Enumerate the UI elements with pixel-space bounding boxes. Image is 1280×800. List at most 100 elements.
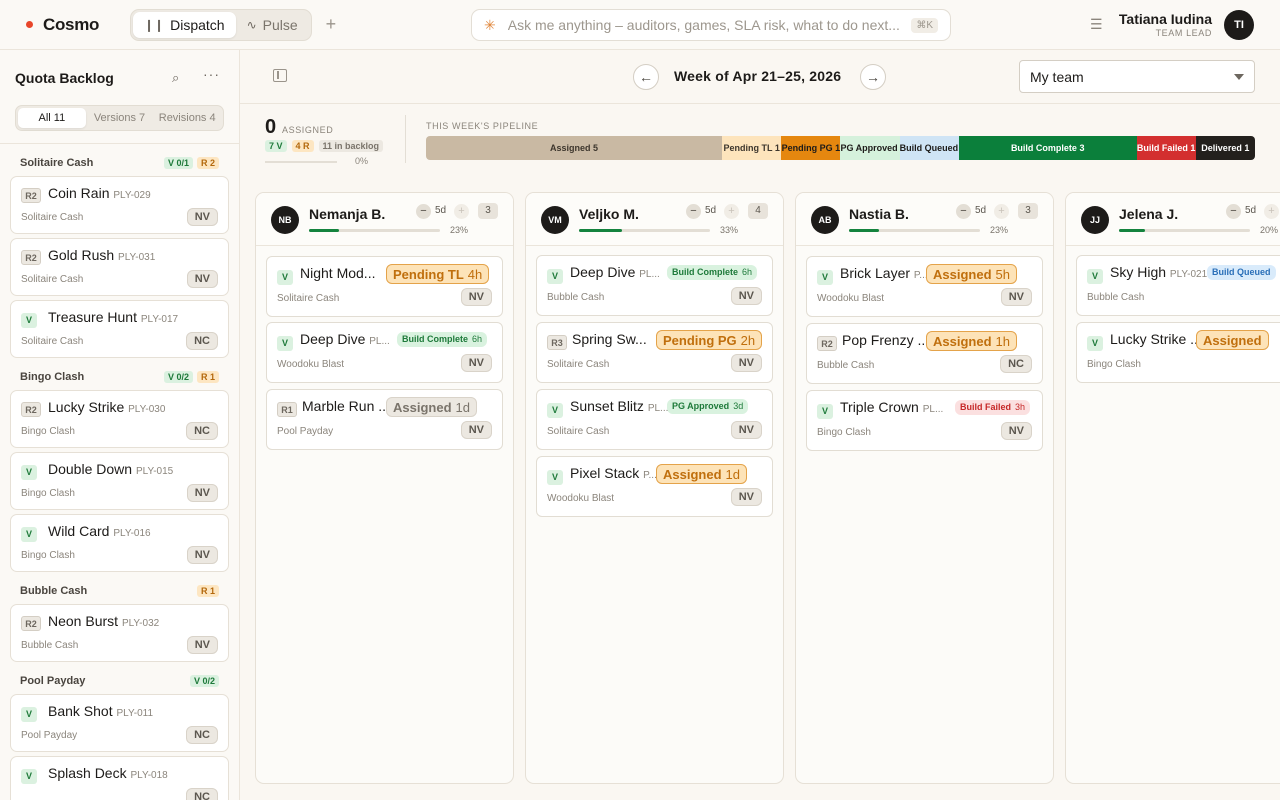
user-info[interactable]: Tatiana Iudina TEAM LEAD [1119,11,1212,38]
backlog-item[interactable]: V Double Down PLY-015 Bingo Clash NV [10,452,229,510]
search-bar[interactable]: ✳ ⌘K [471,9,951,41]
pipeline-segment[interactable]: Build Failed 1 [1136,136,1196,160]
decrease-days-button[interactable]: − [956,204,971,219]
tab-pulse[interactable]: ∿ Pulse [236,12,309,38]
task-card[interactable]: V Sunset Blitz PL... PG Approved 3d Solitair… [536,389,773,450]
task-game: Pool Payday [277,426,334,437]
task-card[interactable]: V Sky High PLY-021 Build Queued Bubble Cash [1076,255,1280,316]
decrease-days-button[interactable]: − [416,204,431,219]
increase-days-button[interactable]: + [724,204,739,219]
item-status-pill: NV [186,270,218,288]
backlog-item[interactable]: R2 Gold Rush PLY-031 Solitaire Cash NV [10,238,229,296]
status-label: Assigned [933,267,992,282]
filter-all[interactable]: All 11 [18,108,86,128]
task-game: Bubble Cash [817,360,875,371]
search-icon[interactable]: ⌕ [172,70,179,86]
status-time: 1h [995,334,1010,349]
status-badge: Build Complete 6h [667,265,758,280]
group-badge: R 1 [196,371,219,383]
task-count: 4 [748,203,768,219]
pipeline-segment[interactable]: Delivered 1 [1195,136,1255,160]
task-title: Lucky Strike ... [1110,331,1202,347]
backlog-item[interactable]: R2 Coin Rain PLY-029 Solitaire Cash NV [10,176,229,234]
capacity-days: 5d [705,205,717,216]
revision-tag: V [547,470,563,485]
pipeline-segment[interactable]: Build Queued 1 [899,136,959,160]
pipeline-segment[interactable]: Pending TL 1 [722,136,782,160]
settings-sliders-icon[interactable]: ☰ [1090,16,1103,33]
revision-tag: R2 [21,188,41,203]
task-card[interactable]: V Pixel Stack P... Assigned 1d Woodoku Blast… [536,456,773,517]
filter-versions[interactable]: Versions 7 [86,108,154,128]
item-status-pill: NV [186,546,218,564]
item-code: PLY-011 [116,708,154,719]
increase-days-button[interactable]: + [994,204,1009,219]
revision-tag: V [21,769,37,784]
backlog-item[interactable]: V Splash Deck PLY-018 NC [10,756,229,800]
task-status-pill: NV [730,488,762,506]
task-card[interactable]: V Triple Crown PL... Build Failed 3h Bingo C… [806,390,1043,451]
task-card[interactable]: V Deep Dive PL... Build Complete 6h Bubble C… [536,255,773,316]
item-status-pill: NC [186,788,218,800]
task-game: Bingo Clash [817,427,871,438]
revision-tag: V [21,707,37,722]
collapse-sidebar-icon[interactable] [273,69,287,82]
decrease-days-button[interactable]: − [1226,204,1241,219]
task-card[interactable]: V Lucky Strike ... Assigned Bingo Clash [1076,322,1280,383]
increase-days-button[interactable]: + [1264,204,1279,219]
tag-wrap: V [547,467,563,485]
increase-days-button[interactable]: + [454,204,469,219]
backlog-item[interactable]: V Bank Shot PLY-011 Pool Payday NC [10,694,229,752]
task-card[interactable]: R3 Spring Sw... Pending PG 2h Solitaire Cash… [536,322,773,383]
item-title-text: Lucky Strike [48,399,125,415]
backlog-item[interactable]: V Treasure Hunt PLY-017 Solitaire Cash NC [10,300,229,358]
prev-week-button[interactable]: ← [633,64,659,90]
group-header: Pool Payday V 0/2 [0,668,239,694]
user-name: Tatiana Iudina [1118,11,1212,27]
assignee-column: VM Veljko M. 33% −5d +4 V Deep Dive PL... Build… [525,192,784,784]
task-card[interactable]: V Deep Dive PL... Build Complete 6h Woodoku … [266,322,503,383]
task-status-pill: NV [730,421,762,439]
decrease-days-button[interactable]: − [686,204,701,219]
item-code: PLY-017 [140,314,179,325]
item-title: Gold Rush PLY-031 [48,247,155,263]
item-game: Bingo Clash [21,488,75,499]
revision-tag: V [817,270,833,285]
backlog-item[interactable]: V Wild Card PLY-016 Bingo Clash NV [10,514,229,572]
filter-revisions[interactable]: Revisions 4 [153,108,221,128]
item-title: Bank Shot PLY-011 [48,703,153,719]
tag-wrap: R2 [21,248,41,266]
app-logo[interactable]: Cosmo [26,15,130,35]
backlog-item[interactable]: R2 Lucky Strike PLY-030 Bingo Clash NC [10,390,229,448]
mode-tabs: ❙❙ Dispatch ∿ Pulse [130,8,312,41]
task-card[interactable]: R2 Pop Frenzy ... Assigned 1h Bubble Cash NC [806,323,1043,384]
task-title-text: Brick Layer [840,265,911,281]
next-week-button[interactable]: → [860,64,886,90]
item-game: Solitaire Cash [21,336,84,347]
search-input[interactable] [507,17,912,33]
item-code: PLY-031 [118,252,156,263]
task-code: PL... [369,336,390,347]
task-game: Bingo Clash [1087,359,1141,370]
more-options-icon[interactable]: ··· [203,66,220,82]
task-title: Marble Run ... [302,398,390,414]
task-card[interactable]: V Night Mod... Pending TL 4h Solitaire Cash N… [266,256,503,317]
backlog-item[interactable]: R2 Neon Burst PLY-032 Bubble Cash NV [10,604,229,662]
status-time: 6h [472,334,483,344]
pipeline-segment[interactable]: Pending PG 1 [781,136,841,160]
pipeline-segment[interactable]: PG Approved 1 [840,136,900,160]
tab-dispatch[interactable]: ❙❙ Dispatch [133,11,236,38]
user-avatar[interactable]: TI [1224,10,1254,40]
pipeline-segment[interactable]: Assigned 5 [426,136,723,160]
pipeline-segment[interactable]: Build Complete 3 [958,136,1137,160]
status-badge: Assigned 1d [656,464,747,484]
task-title: Spring Sw... [572,331,647,347]
assignee-name: Nastia B. [849,206,909,222]
item-game: Solitaire Cash [21,212,84,223]
status-badge: Pending TL 4h [386,264,490,284]
capacity-days: 5d [975,205,987,216]
team-select[interactable]: My team [1019,60,1255,93]
task-card[interactable]: R1 Marble Run ... Assigned 1d Pool Payday NV [266,389,503,450]
add-tab-button[interactable]: + [326,14,337,35]
task-card[interactable]: V Brick Layer P... Assigned 5h Woodoku Blast… [806,256,1043,317]
